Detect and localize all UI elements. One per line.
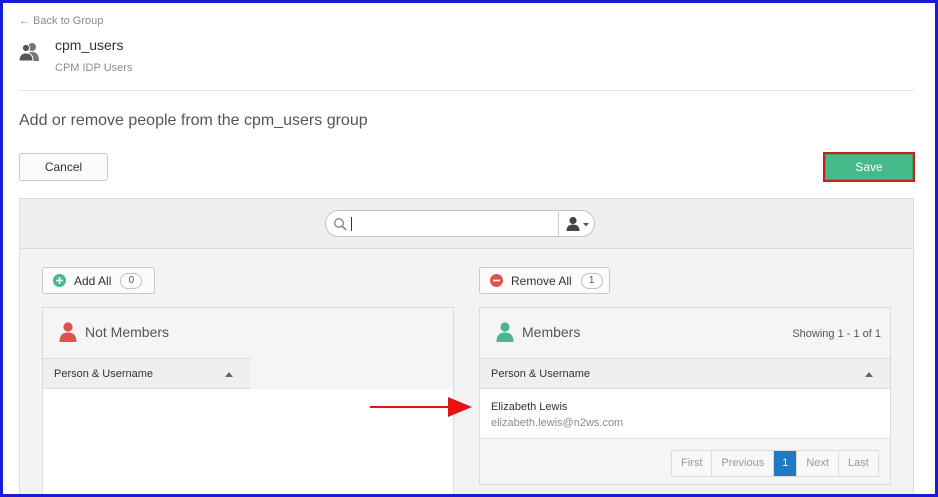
pager-last[interactable]: Last (839, 451, 878, 476)
search-separator (558, 211, 559, 236)
pagination: First Previous 1 Next Last (671, 450, 879, 477)
group-name: cpm_users (55, 37, 124, 53)
member-email: elizabeth.lewis@n2ws.com (491, 417, 624, 429)
search-box[interactable] (325, 210, 595, 237)
save-button[interactable]: Save (825, 154, 913, 180)
person-filter-icon[interactable] (563, 215, 593, 233)
group-description: CPM IDP Users (55, 62, 133, 74)
back-to-group-link[interactable]: ← Back to Group (19, 15, 103, 27)
add-circle-icon (53, 274, 66, 287)
save-button-highlight: Save (823, 152, 915, 182)
pager-previous[interactable]: Previous (712, 451, 775, 476)
page-title: Add or remove people from the cpm_users … (19, 112, 368, 129)
add-all-label: Add All (74, 273, 112, 288)
search-input[interactable] (350, 214, 555, 233)
showing-count: Showing 1 - 1 of 1 (792, 328, 881, 340)
column-header-label: Person & Username (491, 367, 591, 380)
person-icon (59, 322, 77, 342)
remove-all-button[interactable]: Remove All 1 (479, 267, 610, 294)
column-header-label: Person & Username (54, 367, 154, 380)
pager-next[interactable]: Next (797, 451, 839, 476)
sort-ascending-icon (865, 372, 873, 377)
text-cursor (351, 217, 352, 231)
member-name: Elizabeth Lewis (491, 401, 568, 413)
members-list: Members Showing 1 - 1 of 1 Person & User… (479, 307, 891, 485)
group-icon (18, 43, 39, 62)
cancel-button[interactable]: Cancel (19, 153, 108, 181)
remove-all-label: Remove All (511, 273, 572, 288)
pager-first[interactable]: First (672, 451, 713, 476)
add-all-count-badge: 0 (120, 272, 143, 289)
members-title: Members (522, 324, 581, 340)
sort-ascending-icon (225, 372, 233, 377)
add-all-button[interactable]: Add All 0 (42, 267, 155, 294)
not-members-column-header[interactable]: Person & Username (43, 358, 251, 389)
not-members-title: Not Members (85, 324, 170, 340)
search-bar-area (20, 199, 913, 249)
members-column-header[interactable]: Person & Username (480, 358, 890, 389)
search-icon (333, 217, 347, 231)
remove-all-count-badge: 1 (580, 272, 603, 289)
table-row[interactable]: Elizabeth Lewis elizabeth.lewis@n2ws.com (480, 389, 890, 439)
header-divider (19, 90, 914, 91)
annotation-arrow-icon (370, 397, 472, 417)
pager-page-current[interactable]: 1 (774, 451, 798, 476)
remove-circle-icon (490, 274, 503, 287)
person-icon (496, 322, 514, 342)
membership-panel: Add All 0 Remove All 1 Not Members Perso… (19, 198, 914, 497)
